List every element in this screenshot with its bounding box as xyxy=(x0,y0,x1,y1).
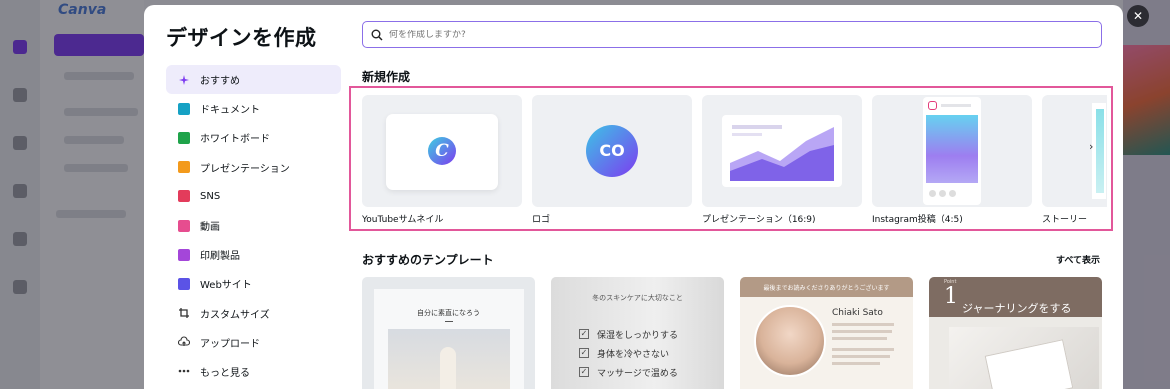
checkbox-icon: ✓ xyxy=(579,348,589,358)
recommended-section-title: おすすめのテンプレート xyxy=(362,253,494,267)
nav-item-label: ドキュメント xyxy=(200,105,260,117)
nav-item-label: ホワイトボード xyxy=(200,134,270,146)
nav-item-label: おすすめ xyxy=(200,76,240,88)
nav-item-document[interactable]: ドキュメント xyxy=(166,94,341,123)
new-design-card[interactable]: Instagram投稿（4:5) xyxy=(872,95,1032,225)
post-action-dot xyxy=(949,190,956,197)
template-photo xyxy=(388,329,510,389)
template-item: 身体を冷やさない xyxy=(597,350,670,360)
search-input[interactable] xyxy=(389,29,989,40)
template-item: 保湿をしっかりする xyxy=(597,331,679,341)
post-image xyxy=(926,115,978,183)
card-thumbnail[interactable] xyxy=(872,95,1032,207)
logo-co-icon: CO xyxy=(586,125,638,177)
template-card[interactable]: 冬のスキンケアに大切なこと ✓ 保湿をしっかりする ✓ 身体を冷やさない ✓ マ… xyxy=(551,277,724,389)
new-design-card[interactable]: C YouTubeサムネイル xyxy=(362,95,522,225)
new-design-card[interactable]: ストーリー xyxy=(1042,95,1107,225)
card-label: ストーリー xyxy=(1042,215,1088,225)
nav-item-whiteboard[interactable]: ホワイトボード xyxy=(166,123,341,152)
card-label: YouTubeサムネイル xyxy=(362,215,444,225)
template-line xyxy=(832,348,894,351)
nav-item-label: 印刷製品 xyxy=(200,251,240,263)
card-thumbnail[interactable] xyxy=(702,95,862,207)
nav-item-website[interactable]: Webサイト xyxy=(166,269,341,298)
card-label: プレゼンテーション（16:9) xyxy=(702,215,816,225)
post-header-line xyxy=(941,104,971,107)
document-icon xyxy=(178,102,190,115)
carousel-next-button[interactable]: › xyxy=(1089,140,1093,153)
nav-item-more[interactable]: もっと見る xyxy=(166,357,341,386)
nav-item-upload[interactable]: アップロード xyxy=(166,328,341,357)
checkbox-icon: ✓ xyxy=(579,329,589,339)
template-text: 最後までお読みくださりありがとうございます xyxy=(763,285,890,292)
template-text: 自分に素直になろう xyxy=(417,309,480,317)
template-text: ジャーナリングをする xyxy=(962,302,1072,315)
person-figure xyxy=(440,347,456,389)
template-line xyxy=(832,355,890,358)
template-card[interactable]: Point 1 ジャーナリングをする xyxy=(929,277,1102,389)
close-button[interactable]: ✕ xyxy=(1127,5,1149,27)
new-design-card[interactable]: CO ロゴ xyxy=(532,95,692,225)
custom-size-icon xyxy=(179,308,189,319)
card-label: Instagram投稿（4:5) xyxy=(872,215,963,225)
nav-item-label: もっと見る xyxy=(200,367,250,379)
checkbox-icon: ✓ xyxy=(579,367,589,377)
presentation-chart-icon xyxy=(722,115,842,187)
notebook-figure xyxy=(984,339,1074,389)
new-design-carousel: C YouTubeサムネイル CO ロゴ プレゼンテーション（16:9) Ins… xyxy=(362,95,1107,230)
more-dots-icon xyxy=(178,370,190,373)
card-thumbnail[interactable]: CO xyxy=(532,95,692,207)
nav-item-presentation[interactable]: プレゼンテーション xyxy=(166,153,341,182)
modal-title: デザインを作成 xyxy=(166,26,317,50)
upload-cloud-icon xyxy=(178,336,190,347)
whiteboard-icon xyxy=(178,131,190,144)
post-action-dot xyxy=(929,190,936,197)
template-item: マッサージで温める xyxy=(597,369,678,379)
see-all-link[interactable]: すべて表示 xyxy=(1056,253,1100,266)
template-number: 1 xyxy=(944,284,958,309)
template-photo xyxy=(949,327,1099,389)
heart-icon xyxy=(178,190,190,203)
new-design-card[interactable]: プレゼンテーション（16:9) xyxy=(702,95,862,225)
nav-item-label: 動画 xyxy=(200,222,220,234)
instagram-icon xyxy=(928,101,937,110)
post-action-dot xyxy=(939,190,946,197)
profile-photo xyxy=(754,305,826,377)
nav-item-print[interactable]: 印刷製品 xyxy=(166,240,341,269)
website-icon xyxy=(178,277,190,290)
template-line xyxy=(832,330,892,333)
create-design-modal: デザインを作成 おすすめ ドキュメント ホワイトボード プレゼンテーション SN… xyxy=(144,5,1123,389)
template-name: Chiaki Sato xyxy=(832,308,883,318)
search-bar[interactable] xyxy=(362,21,1102,48)
video-icon xyxy=(178,219,190,232)
nav-item-label: アップロード xyxy=(200,338,260,350)
nav-item-label: SNS xyxy=(200,190,221,202)
card-thumbnail[interactable]: C xyxy=(362,95,522,207)
nav-item-label: カスタムサイズ xyxy=(200,309,270,321)
category-nav: おすすめ ドキュメント ホワイトボード プレゼンテーション SNS 動画 印刷製… xyxy=(166,65,341,386)
nav-item-label: Webサイト xyxy=(200,280,252,292)
template-divider xyxy=(445,321,453,322)
presentation-icon xyxy=(178,161,190,174)
template-card[interactable]: 最後までお読みくださりありがとうございます Chiaki Sato xyxy=(740,277,913,389)
card-label: ロゴ xyxy=(532,215,551,225)
nav-item-sns[interactable]: SNS xyxy=(166,182,341,211)
story-image xyxy=(1096,109,1104,193)
nav-item-recommended[interactable]: おすすめ xyxy=(166,65,341,95)
search-icon xyxy=(371,29,383,41)
template-line xyxy=(832,323,894,326)
card-thumbnail[interactable] xyxy=(1042,95,1107,207)
canva-logo-icon: C xyxy=(428,137,456,165)
template-line xyxy=(832,337,887,340)
template-text: 冬のスキンケアに大切なこと xyxy=(592,294,683,302)
sparkle-icon xyxy=(179,74,189,85)
template-line xyxy=(832,362,880,365)
new-section-title: 新規作成 xyxy=(362,70,411,84)
nav-item-label: プレゼンテーション xyxy=(200,163,290,175)
nav-item-custom-size[interactable]: カスタムサイズ xyxy=(166,299,341,328)
instagram-post-frame xyxy=(923,97,981,205)
template-card[interactable]: 自分に素直になろう xyxy=(362,277,535,389)
printer-icon xyxy=(178,248,190,261)
nav-item-video[interactable]: 動画 xyxy=(166,211,341,240)
